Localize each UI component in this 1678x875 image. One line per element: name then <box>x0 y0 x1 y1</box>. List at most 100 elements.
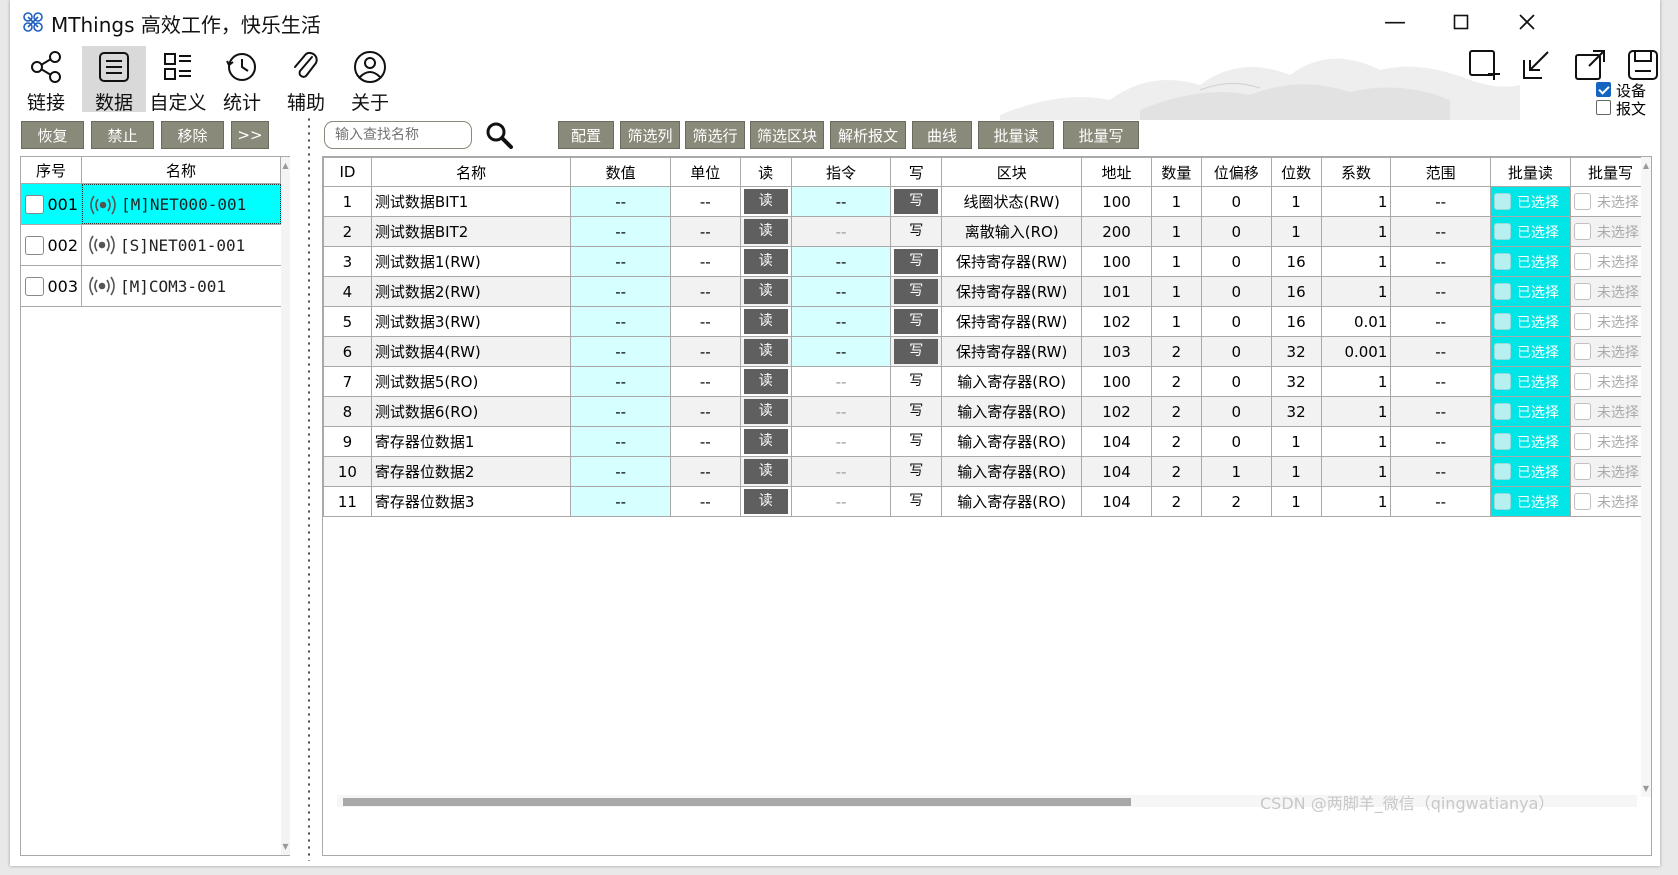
cell-name[interactable]: 寄存器位数据3 <box>370 486 572 517</box>
batch-write-checkbox[interactable] <box>1573 223 1591 240</box>
toolbar-link[interactable]: 链接 <box>14 46 78 114</box>
cell-name[interactable]: 测试数据BIT1 <box>370 186 572 217</box>
device-row[interactable]: 002 [S]NET001-001 <box>21 225 281 266</box>
column-header-block[interactable]: 区块 <box>941 157 1083 187</box>
column-header-read[interactable]: 读 <box>739 157 792 187</box>
cell-name[interactable]: 测试数据5(RO) <box>370 366 572 397</box>
read-button[interactable]: 读 <box>743 369 788 394</box>
device-row[interactable]: 003 [M]COM3-001 <box>21 266 281 307</box>
message-checkbox[interactable] <box>1596 100 1611 115</box>
batch-read-checkbox[interactable] <box>1493 193 1511 210</box>
table-row[interactable]: 9 寄存器位数据1 -- -- 读 -- 写输入寄存器(RO) 104 2 0 1 1 -- 已选择 未选择 <box>323 426 1651 457</box>
batch-write-checkbox[interactable] <box>1573 283 1591 300</box>
curve-button[interactable]: 曲线 <box>912 121 972 149</box>
table-row[interactable]: 6 测试数据4(RW) -- -- 读 -- 写保持寄存器(RW) 103 2 0 32 0.001-… <box>323 336 1651 367</box>
column-header-unit[interactable]: 单位 <box>669 157 741 187</box>
column-header-id[interactable]: ID <box>323 157 372 187</box>
column-header-command[interactable]: 指令 <box>790 157 892 187</box>
search-input[interactable] <box>324 121 472 149</box>
cell-command[interactable]: -- <box>790 306 892 337</box>
config-button[interactable]: 配置 <box>558 121 614 149</box>
batch-write-button[interactable]: 批量写 <box>1063 121 1139 149</box>
device-checkbox[interactable] <box>25 236 44 255</box>
column-header-coefficient[interactable]: 系数 <box>1320 157 1392 187</box>
filter-columns-button[interactable]: 筛选列 <box>620 121 680 149</box>
write-button[interactable]: 写 <box>894 219 938 244</box>
batch-write-checkbox[interactable] <box>1573 373 1591 390</box>
write-button[interactable]: 写 <box>894 279 939 304</box>
write-button[interactable]: 写 <box>894 189 939 214</box>
batch-read-checkbox[interactable] <box>1493 283 1511 300</box>
cell-name[interactable]: 寄存器位数据1 <box>370 426 572 457</box>
table-row[interactable]: 1 测试数据BIT1 -- -- 读 -- 写线圈状态(RW) 100 1 0 1 1 -- 已选择 未选择 <box>323 186 1651 217</box>
shrink-icon[interactable] <box>1518 46 1556 84</box>
remove-button[interactable]: 移除 <box>161 121 224 149</box>
table-row[interactable]: 3 测试数据1(RW) -- -- 读 -- 写保持寄存器(RW) 100 1 0 16 1 -- 已选择… <box>323 246 1651 277</box>
cell-command[interactable]: -- <box>790 276 892 307</box>
toolbar-data[interactable]: 数据 <box>82 46 146 114</box>
write-button[interactable]: 写 <box>894 249 939 274</box>
column-header-address[interactable]: 地址 <box>1081 157 1152 187</box>
read-button[interactable]: 读 <box>743 189 788 214</box>
write-button[interactable]: 写 <box>894 429 938 454</box>
parse-message-button[interactable]: 解析报文 <box>830 121 906 149</box>
toolbar-statistics[interactable]: 统计 <box>210 46 274 114</box>
table-vertical-scrollbar[interactable]: ▲ ▼ <box>1641 157 1651 797</box>
cell-command[interactable]: -- <box>790 336 892 367</box>
cell-name[interactable]: 测试数据6(RO) <box>370 396 572 427</box>
write-button[interactable]: 写 <box>894 459 938 484</box>
device-row[interactable]: 001 [M]NET000-001 <box>21 184 281 225</box>
read-button[interactable]: 读 <box>743 309 788 334</box>
device-list-scrollbar[interactable]: ▲ ▼ <box>281 157 290 855</box>
column-header-bits[interactable]: 位数 <box>1270 157 1322 187</box>
write-button[interactable]: 写 <box>894 369 938 394</box>
read-button[interactable]: 读 <box>743 339 788 364</box>
add-window-icon[interactable] <box>1465 46 1503 84</box>
batch-write-checkbox[interactable] <box>1573 463 1591 480</box>
column-header-bit-offset[interactable]: 位偏移 <box>1200 157 1272 187</box>
read-button[interactable]: 读 <box>743 489 788 514</box>
write-button[interactable]: 写 <box>894 339 939 364</box>
cell-name[interactable]: 测试数据2(RW) <box>370 276 572 307</box>
column-header-batch-read[interactable]: 批量读 <box>1489 157 1571 187</box>
disable-button[interactable]: 禁止 <box>91 121 154 149</box>
search-icon[interactable] <box>484 120 514 150</box>
batch-read-checkbox[interactable] <box>1493 223 1511 240</box>
toolbar-custom[interactable]: 自定义 <box>146 46 210 114</box>
cell-name[interactable]: 测试数据BIT2 <box>370 216 572 247</box>
horizontal-scroll-thumb[interactable] <box>343 798 1131 806</box>
batch-write-checkbox[interactable] <box>1573 433 1591 450</box>
batch-read-checkbox[interactable] <box>1493 343 1511 360</box>
table-row[interactable]: 2 测试数据BIT2 -- -- 读 -- 写离散输入(RO) 200 1 0 1 1 -- 已选择 未选择 <box>323 216 1651 247</box>
device-checkbox[interactable] <box>25 277 44 296</box>
batch-write-checkbox[interactable] <box>1573 493 1591 510</box>
write-button[interactable]: 写 <box>894 309 939 334</box>
batch-read-button[interactable]: 批量读 <box>978 121 1054 149</box>
device-checkbox[interactable] <box>25 195 44 214</box>
cell-name[interactable]: 测试数据3(RW) <box>370 306 572 337</box>
table-row[interactable]: 10 寄存器位数据2 -- -- 读 -- 写输入寄存器(RO) 104 2 1 1 1 -- 已选择 未选… <box>323 456 1651 487</box>
read-button[interactable]: 读 <box>743 249 788 274</box>
read-button[interactable]: 读 <box>743 219 788 244</box>
filter-block-button[interactable]: 筛选区块 <box>750 121 824 149</box>
toolbar-about[interactable]: 关于 <box>338 46 402 114</box>
cell-command[interactable]: -- <box>790 246 892 277</box>
cell-name[interactable]: 寄存器位数据2 <box>370 456 572 487</box>
table-row[interactable]: 11 寄存器位数据3 -- -- 读 -- 写输入寄存器(RO) 104 2 2 1 1 -- 已选择 未选… <box>323 486 1651 517</box>
table-row[interactable]: 5 测试数据3(RW) -- -- 读 -- 写保持寄存器(RW) 102 1 0 16 0.01 --… <box>323 306 1651 337</box>
save-icon[interactable] <box>1624 46 1660 84</box>
read-button[interactable]: 读 <box>743 399 788 424</box>
cell-name[interactable]: 测试数据1(RW) <box>370 246 572 277</box>
batch-read-checkbox[interactable] <box>1493 253 1511 270</box>
batch-read-checkbox[interactable] <box>1493 493 1511 510</box>
batch-write-checkbox[interactable] <box>1573 313 1591 330</box>
panel-splitter[interactable] <box>306 116 312 861</box>
batch-read-checkbox[interactable] <box>1493 313 1511 330</box>
table-row[interactable]: 4 测试数据2(RW) -- -- 读 -- 写保持寄存器(RW) 101 1 0 16 1 -- 已选择… <box>323 276 1651 307</box>
restore-button[interactable]: 恢复 <box>21 121 84 149</box>
read-button[interactable]: 读 <box>743 459 788 484</box>
batch-write-checkbox[interactable] <box>1573 343 1591 360</box>
batch-write-checkbox[interactable] <box>1573 193 1591 210</box>
device-checkbox[interactable] <box>1596 82 1611 97</box>
batch-write-checkbox[interactable] <box>1573 253 1591 270</box>
